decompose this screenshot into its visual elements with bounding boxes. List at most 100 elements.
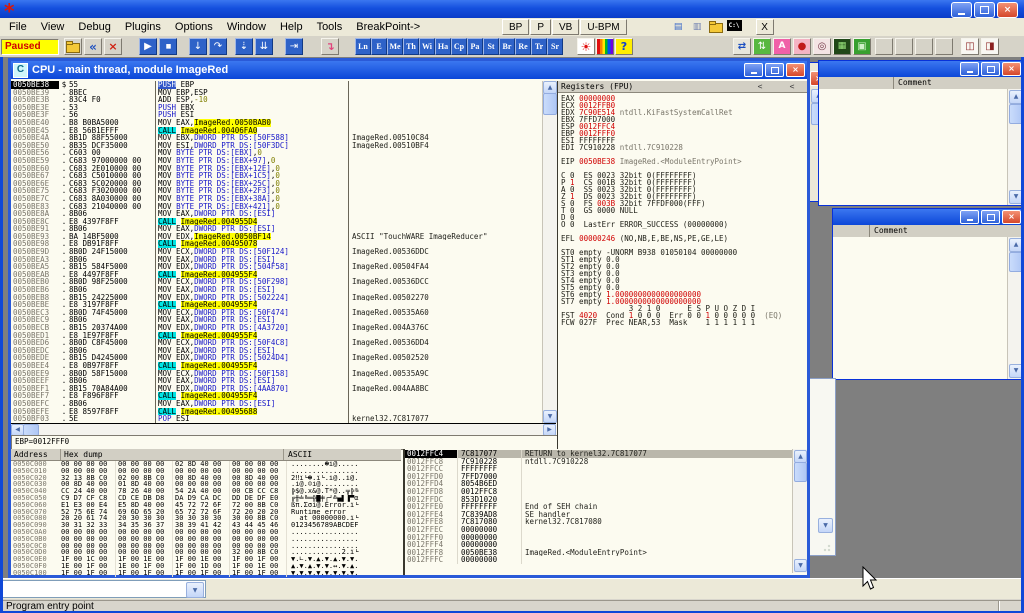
dump-row[interactable]: 0050C0E01F 00 1C 001F 00 1E 001F 00 1E 0… [11,556,401,563]
scrollbar-thumb[interactable] [543,93,557,115]
disasm-row[interactable]: 0050BE83.C683 21040000 00MOV BYTE PTR DS… [11,203,542,211]
dump-row[interactable]: 0050C040CC 24 40 0078 26 40 0054 2A 40 0… [11,488,401,495]
scroll-down-icon[interactable]: ▼ [543,410,557,423]
register-line[interactable]: O 0 LastErr ERROR_SUCCESS (00000000) [558,221,807,228]
disasm-row[interactable]: 0050BEDE.8B15 D4245000MOV EDX,DWORD PTR … [11,354,542,362]
menu-item-view[interactable]: View [34,20,72,34]
goto-icon[interactable]: ↴ [321,38,339,55]
disasm-row[interactable]: 0050BE60.C683 2E010000 00MOV BYTE PTR DS… [11,165,542,173]
stack-row[interactable]: 0012FFC47C817077RETURN to kernel32.7C817… [405,450,793,458]
scroll-down-icon[interactable]: ▼ [818,518,833,533]
register-line[interactable]: T 0 GS 0000 NULL [558,207,807,214]
stack-row[interactable]: 0012FFD80012FFC8 [405,488,793,496]
disasm-row[interactable]: 0050BE3E.53PUSH EBX [11,104,542,112]
disasm-row[interactable]: 0050BEB0.8B0D 98F25000MOV ECX,DWORD PTR … [11,278,542,286]
disasm-row[interactable]: 0050BE8C.E8 4397F8FFCALL ImageRed.004955… [11,218,542,226]
register-line[interactable]: EDI 7C910228 ntdll.7C910228 [558,144,807,151]
disasm-row[interactable]: 0050BE50.8B35 DCF35000MOV ESI,DWORD PTR … [11,142,542,150]
disasm-row[interactable]: 0050BED6.8B0D C8F45000MOV ECX,DWORD PTR … [11,339,542,347]
dump-row[interactable]: 0050C0C000 00 00 0000 00 00 0000 00 00 0… [11,543,401,550]
disasm-row[interactable]: 0050BEEF.8B06MOV EAX,DWORD PTR DS:[ESI] [11,377,542,385]
menu-item-window[interactable]: Window [220,20,273,34]
folder-icon[interactable] [708,20,725,34]
animate-into-icon[interactable]: ⇣ [235,38,253,55]
scrollbar-thumb[interactable] [794,462,807,482]
panes-layout-1-icon[interactable]: ◫ [961,38,979,55]
toolbar-close-button[interactable]: X [756,19,774,35]
disassembly-vscrollbar[interactable]: ▲ ▼ [542,81,557,423]
scroll-down-icon[interactable]: ▼ [794,559,807,572]
stack-row[interactable]: 0012FFD07FFD7000 [405,473,793,481]
hidden-window-sliver-bottom[interactable]: ▼ [806,378,836,556]
stack-row[interactable]: 0012FFE47C839AD8SE handler [405,511,793,519]
entry-point-combobox[interactable]: ▼ [2,580,206,598]
disasm-row[interactable]: 0050BE40.B8 B0BA5000MOV EAX,ImageRed.005… [11,119,542,127]
close-button[interactable]: × [997,2,1018,18]
disasm-row[interactable]: 0050BECB.8B15 20374A00MOV EDX,DWORD PTR … [11,324,542,332]
plugin-record-icon[interactable]: ● [793,38,811,55]
dump-row[interactable]: 0050C0F01E 00 1F 001E 00 1F 001F 00 1D 0… [11,563,401,570]
menu-button-vb[interactable]: VB [552,19,579,35]
menu-item-debug[interactable]: Debug [71,20,117,34]
disasm-row[interactable]: 0050BED1.E8 1E97F8FFCALL ImageRed.004955… [11,332,542,340]
toolbar-pane-button-pa[interactable]: Pa [467,38,483,55]
close-icon[interactable]: × [786,63,805,77]
registers-prev-icon[interactable]: < [753,81,767,92]
disasm-row[interactable]: 0050BEF7.E8 F896F8FFCALL ImageRed.004955… [11,392,542,400]
toolbar-pane-button-ha[interactable]: Ha [435,38,451,55]
dump-row[interactable]: 0050C0A000 00 00 0000 00 00 0000 00 00 0… [11,529,401,536]
minimize-icon[interactable] [960,62,979,76]
disasm-row[interactable]: 0050BEB6.8B06MOV EAX,DWORD PTR DS:[ESI] [11,286,542,294]
close-program-icon[interactable]: × [104,38,122,55]
menu-item-plugins[interactable]: Plugins [118,20,168,34]
dump-row[interactable]: 0050C00000 00 00 0000 00 00 0002 8D 40 0… [11,461,401,468]
disasm-row[interactable]: 0050BE3F.56PUSH ESI [11,111,542,119]
toolbar-pane-button-wi[interactable]: Wi [419,38,435,55]
stack-row[interactable]: 0012FFEC00000000 [405,526,793,534]
disasm-row[interactable]: 0050BE45.E8 56B1EFFFCALL ImageRed.00406F… [11,127,542,135]
dump-row[interactable]: 0050C050C9 D7 CF C8CD CE DB D8DA D9 CA D… [11,495,401,502]
window-body[interactable] [819,89,1008,205]
comment-window-middle[interactable]: × Comment ▲ ▼ [832,208,1024,380]
disasm-row[interactable]: 0050BEFC.8B06MOV EAX,DWORD PTR DS:[ESI] [11,400,542,408]
toolbar-pane-button-ln[interactable]: Ln [355,38,371,55]
comment-window-top[interactable]: × Comment ▲ ▼ [818,60,1024,206]
disasm-row[interactable]: 0050BE75.C683 F3020000 00MOV BYTE PTR DS… [11,187,542,195]
step-over-icon[interactable]: ↷ [209,38,227,55]
dump-row[interactable]: 0050C060E1 E3 00 E4E5 8D 40 0045 72 72 6… [11,502,401,509]
disasm-row[interactable]: 0050BE7C.C683 8A030000 00MOV BYTE PTR DS… [11,195,542,203]
disasm-row[interactable]: 0050BE98.E8 DB91F8FFCALL ImageRed.004950… [11,240,542,248]
stack-row[interactable]: 0012FFE87C817080kernel32.7C817080 [405,518,793,526]
toolbar-pane-button-me[interactable]: Me [387,38,403,55]
dump-row[interactable]: 0050C03000 8D 40 0001 8D 40 0000 00 00 0… [11,481,401,488]
disassembly-pane[interactable]: 0050BE38$55PUSH EBP0050BE39.8BECMOV EBP,… [11,81,542,423]
registers-next-icon[interactable]: < [785,81,799,92]
restart-icon[interactable]: « [84,38,102,55]
menu-item-options[interactable]: Options [168,20,220,34]
memory-dump-pane[interactable]: Address Hex dump ASCII 0050C00000 00 00 … [11,449,401,575]
register-line[interactable]: FCW 027F Prec NEAR,53 Mask 1 1 1 1 1 1 [558,319,807,326]
plugin-a-icon[interactable]: A [773,38,791,55]
disasm-row[interactable]: 0050BEE9.8B0D 58F15000MOV ECX,DWORD PTR … [11,370,542,378]
maximize-icon[interactable] [981,210,1000,224]
disasm-row[interactable]: 0050BE8A.8B06MOV EAX,DWORD PTR DS:[ESI] [11,210,542,218]
plugin-updown-icon[interactable]: ⇅ [753,38,771,55]
menu-item-tools[interactable]: Tools [310,20,350,34]
restore-button[interactable] [974,2,995,18]
disasm-row[interactable]: 0050BE6E.C683 5C020000 00MOV BYTE PTR DS… [11,180,542,188]
menu-button-bp[interactable]: BP [502,19,529,35]
help-icon[interactable]: ? [615,38,633,55]
plugin-keypad-icon[interactable]: ▦ [833,38,851,55]
step-into-icon[interactable]: ↓ [189,38,207,55]
stack-row[interactable]: 0012FFF80050BE38ImageRed.<ModuleEntryPoi… [405,549,793,557]
dump-row[interactable]: 0050C1001F 00 1F 001F 00 1F 001F 00 1F 0… [11,570,401,577]
options-gear-icon[interactable]: ☀ [577,38,595,55]
disasm-row[interactable]: 0050BEA5.8B15 584F5000MOV EDX,DWORD PTR … [11,263,542,271]
notepad-icon[interactable]: ▤ [670,20,687,34]
disasm-row[interactable]: 0050BE39.8BECMOV EBP,ESP [11,89,542,97]
open-file-icon[interactable] [64,38,82,55]
disasm-row[interactable]: 0050BE3B.83C4 F0ADD ESP,-10 [11,96,542,104]
stack-vscrollbar[interactable]: ▲ ▼ [792,449,807,573]
resize-grip[interactable] [822,541,834,553]
maximize-icon[interactable] [981,62,1000,76]
